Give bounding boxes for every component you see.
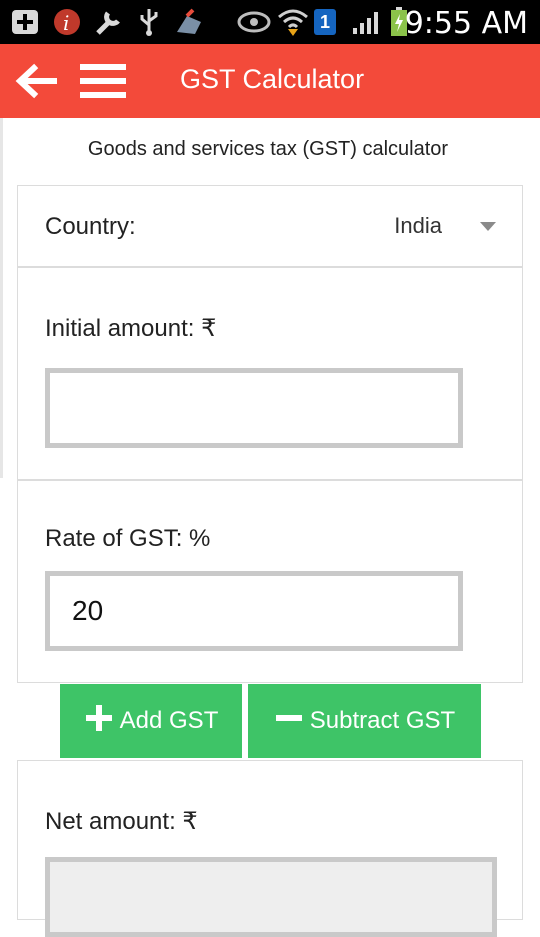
initial-amount-label: Initial amount: ₹ bbox=[45, 315, 217, 342]
add-box-icon bbox=[8, 8, 42, 36]
signal-icon bbox=[350, 8, 384, 36]
usb-icon bbox=[134, 8, 164, 36]
subtract-gst-label: Subtract GST bbox=[309, 707, 456, 734]
wifi-icon bbox=[276, 8, 310, 36]
page-subtitle: Goods and services tax (GST) calculator bbox=[0, 138, 540, 161]
add-gst-button[interactable]: Add GST bbox=[60, 684, 242, 758]
initial-amount-card: Initial amount: ₹ bbox=[17, 267, 523, 480]
minus-icon bbox=[274, 703, 304, 740]
status-bar: i 1 9:55 AM bbox=[0, 0, 540, 44]
country-value[interactable]: India bbox=[394, 213, 442, 239]
paint-icon bbox=[172, 8, 206, 36]
rate-label: Rate of GST: % bbox=[45, 525, 211, 552]
country-selector[interactable]: Country: India bbox=[17, 185, 523, 267]
svg-text:i: i bbox=[63, 11, 69, 35]
initial-amount-input[interactable] bbox=[45, 368, 463, 448]
chevron-down-icon[interactable] bbox=[480, 222, 496, 231]
app-bar: GST Calculator bbox=[0, 44, 540, 118]
hamburger-menu-icon[interactable] bbox=[78, 60, 128, 102]
add-gst-label: Add GST bbox=[119, 707, 219, 734]
subtitle-text: Goods and services tax (GST) calculator bbox=[87, 138, 449, 160]
net-amount-output bbox=[45, 857, 497, 937]
left-divider bbox=[0, 118, 3, 478]
arrow-left-icon[interactable] bbox=[14, 60, 58, 102]
plus-icon bbox=[84, 703, 114, 740]
wrench-icon bbox=[92, 8, 126, 36]
eye-icon bbox=[236, 8, 272, 36]
app-badge-icon: i bbox=[50, 8, 84, 36]
rate-card: Rate of GST: % 20 bbox=[17, 480, 523, 683]
net-amount-label: Net amount: ₹ bbox=[45, 808, 198, 835]
rate-input[interactable]: 20 bbox=[45, 571, 463, 651]
app-title: GST Calculator bbox=[180, 64, 365, 94]
country-label: Country: bbox=[45, 213, 136, 240]
status-time: 9:55 AM bbox=[404, 6, 528, 41]
sim-icon: 1 bbox=[312, 8, 338, 36]
subtract-gst-button[interactable]: Subtract GST bbox=[248, 684, 481, 758]
net-amount-card: Net amount: ₹ bbox=[17, 760, 523, 937]
